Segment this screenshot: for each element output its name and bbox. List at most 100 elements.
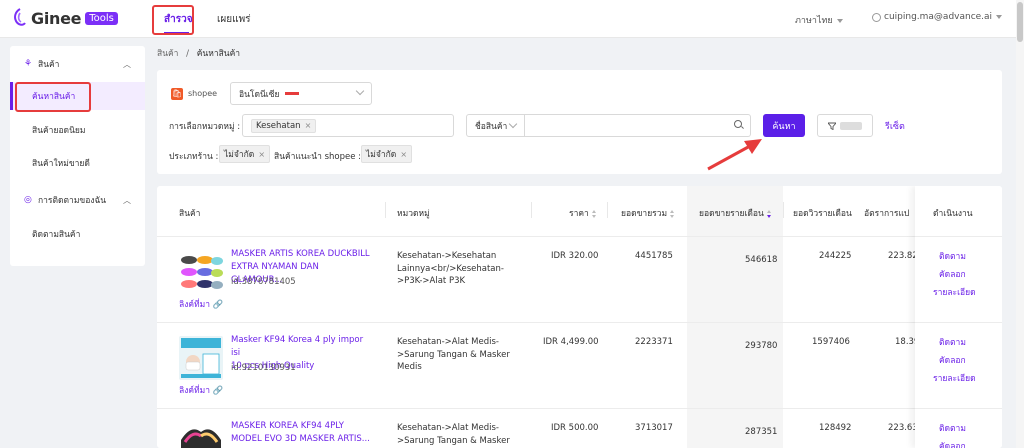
sidebar-item-label: ติดตามสินค้า: [32, 230, 81, 240]
conversion-cell: 223.63: [888, 423, 918, 433]
sort-desc-icon[interactable]: [766, 209, 772, 218]
row-divider: [157, 408, 1002, 409]
sidebar-item-new-bestsellers[interactable]: สินค้าใหม่ขายดี: [10, 149, 145, 177]
close-icon[interactable]: ×: [400, 150, 407, 159]
sidebar-group-my-tracking[interactable]: ◎ การติดตามของฉัน ︿: [10, 184, 145, 216]
track-link[interactable]: ติดตาม: [939, 248, 976, 266]
search-button[interactable]: ค้นหา: [763, 114, 805, 137]
header-label: ยอดขายรวม: [621, 209, 668, 219]
language-selector[interactable]: ภาษาไทย: [795, 13, 843, 27]
tab-publish[interactable]: เผยแพร่: [217, 12, 251, 27]
page-scrollbar[interactable]: [1016, 0, 1024, 448]
header-monthly-views: ยอดวิวรายเดือน: [793, 209, 852, 219]
reset-link[interactable]: รีเซ็ต: [885, 119, 905, 133]
sort-icon[interactable]: [670, 209, 675, 218]
product-name-link[interactable]: MASKER KOREA KF94 4PLY MODEL EVO 3D MASK…: [231, 420, 371, 446]
logo[interactable]: Ginee Tools: [12, 8, 118, 28]
header-actions: ดำเนินงาน: [933, 209, 973, 219]
product-id: id:3876781405: [231, 277, 296, 287]
recommended-label: สินค้าแนะนำ shopee :: [274, 152, 362, 162]
logo-text: Ginee: [31, 8, 82, 28]
category-tag: Kesehatan ×: [251, 118, 317, 133]
search-icon[interactable]: [734, 120, 742, 128]
copy-link[interactable]: คัดลอก: [939, 266, 976, 284]
flag-icon: [285, 92, 300, 95]
total-sales-cell: 4451785: [635, 251, 673, 261]
source-link[interactable]: ลิงค์ที่มา 🔗: [179, 383, 223, 397]
sidebar-item-popular-products[interactable]: สินค้ายอดนิยม: [10, 116, 145, 144]
breadcrumb-parent[interactable]: สินค้า: [157, 49, 178, 59]
category-line: Kesehatan->Alat Medis-: [397, 337, 499, 347]
category-line: Kesehatan->Kesehatan: [397, 251, 497, 261]
annotation-box-explore-tab: [152, 5, 194, 35]
annotation-box-product-search: [15, 82, 91, 112]
recommended-tag: ไม่จำกัด ×: [361, 145, 413, 163]
filter-panel: 🛍 shopee อินโดนีเซีย การเลือกหมวดหมู่ : …: [157, 70, 1002, 174]
sort-icon[interactable]: [591, 209, 597, 218]
product-id: id:9210130931: [231, 363, 296, 373]
user-menu[interactable]: cuiping.ma@advance.ai: [872, 12, 1003, 22]
category-line: >P3K->Alat P3K: [397, 276, 466, 286]
category-select[interactable]: Kesehatan ×: [242, 114, 454, 137]
category-line: Medis: [397, 362, 422, 372]
user-icon: [872, 12, 881, 22]
header-total-sales[interactable]: ยอดขายรวม: [621, 206, 675, 220]
country-select[interactable]: อินโดนีเซีย: [230, 82, 372, 105]
details-link[interactable]: รายละเอียด: [933, 370, 976, 388]
close-icon[interactable]: ×: [305, 121, 312, 130]
header-product: สินค้า: [179, 209, 201, 219]
advanced-filter-button[interactable]: [817, 114, 873, 137]
search-input[interactable]: [525, 114, 751, 137]
close-icon[interactable]: ×: [258, 150, 265, 159]
copy-link[interactable]: คัดลอก: [939, 352, 976, 370]
product-name-line: MASKER KOREA KF94 4PLY: [231, 421, 345, 431]
product-thumbnail[interactable]: [179, 336, 223, 380]
header-category: หมวดหมู่: [397, 209, 430, 219]
shop-type-tag-text: ไม่จำกัด: [224, 150, 255, 160]
details-link[interactable]: รายละเอียด: [933, 284, 976, 302]
blurred-label: [840, 121, 862, 130]
row-divider: [157, 322, 1002, 323]
chevron-up-icon: ︿: [123, 195, 131, 205]
source-link[interactable]: ลิงค์ที่มา 🔗: [179, 297, 223, 311]
track-link[interactable]: ติดตาม: [939, 420, 966, 438]
source-link-label: ลิงค์ที่มา: [179, 386, 211, 396]
sidebar-group-label: การติดตามของฉัน: [38, 196, 107, 206]
recommended-tag-text: ไม่จำกัด: [366, 150, 397, 160]
header-price[interactable]: ราคา: [569, 206, 597, 220]
category-label: การเลือกหมวดหมู่ :: [169, 122, 241, 132]
platform-name: shopee: [188, 89, 218, 98]
box-icon: ⚘: [24, 59, 33, 69]
copy-link[interactable]: คัดลอก: [939, 438, 966, 448]
total-sales-cell: 3713017: [635, 423, 673, 433]
monthly-sales-cell: 293780: [745, 341, 778, 351]
target-icon: ◎: [24, 195, 32, 205]
product-thumbnail[interactable]: [179, 250, 223, 294]
breadcrumb-separator: /: [186, 49, 190, 59]
category-tag-text: Kesehatan: [256, 120, 301, 131]
annotation-arrow-icon: [707, 139, 762, 171]
sidebar-group-products[interactable]: ⚘ สินค้า ︿: [10, 48, 145, 80]
track-link[interactable]: ติดตาม: [939, 334, 976, 352]
row-divider: [157, 236, 1002, 237]
header-label: ยอดขายรายเดือน: [699, 209, 764, 219]
scrollbar-thumb[interactable]: [1017, 2, 1023, 42]
total-sales-cell: 2223371: [635, 337, 673, 347]
breadcrumb-current: ค้นหาสินค้า: [196, 49, 241, 59]
column-divider: [783, 202, 784, 218]
row-divider: [915, 236, 1002, 237]
price-cell: IDR 500.00: [551, 423, 599, 433]
row-actions: ติดตาม คัดลอก: [939, 420, 966, 448]
category-cell: Kesehatan->Kesehatan Lainnya<br/>Kesehat…: [397, 250, 504, 288]
shop-type-filter[interactable]: ไม่จำกัด ×: [219, 145, 271, 163]
conversion-cell: 223.82: [888, 251, 918, 261]
monthly-views-cell: 128492: [819, 423, 852, 433]
product-name-line: MASKER ARTIS KOREA DUCKBILL: [231, 249, 370, 259]
recommended-filter[interactable]: ไม่จำกัด ×: [361, 145, 413, 163]
sidebar-item-track-products[interactable]: ติดตามสินค้า: [10, 220, 145, 248]
product-name-line: MODEL EVO 3D MASKER ARTIS...: [231, 434, 370, 444]
header-monthly-sales[interactable]: ยอดขายรายเดือน: [699, 206, 772, 220]
product-thumbnail[interactable]: [179, 420, 223, 448]
search-field-select[interactable]: ชื่อสินค้า: [466, 114, 525, 137]
link-icon: 🔗: [212, 386, 224, 396]
